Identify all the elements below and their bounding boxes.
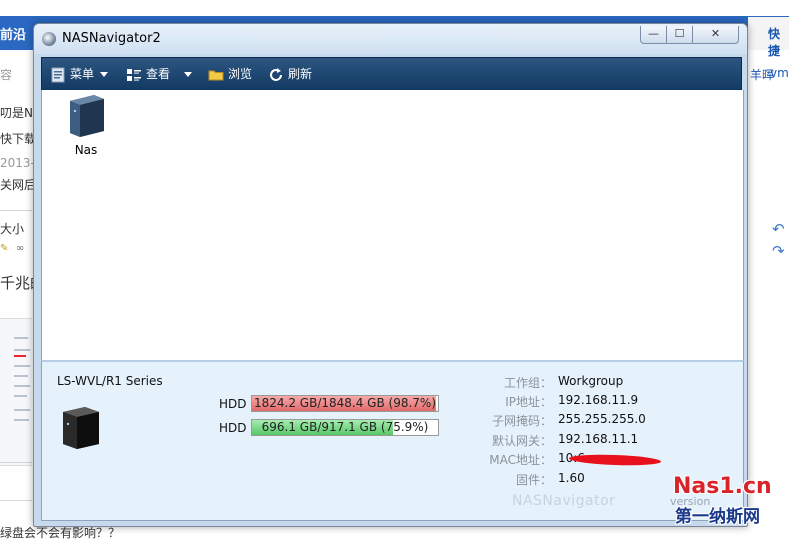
- font-size-select[interactable]: 大小: [0, 220, 24, 237]
- hdd-label: HDD: [219, 397, 247, 411]
- browse-label: 浏览: [228, 67, 253, 81]
- view-button[interactable]: 查看: [126, 58, 193, 90]
- hdd-label: HDD: [219, 421, 247, 435]
- site-nav-item[interactable]: 前沿: [0, 24, 26, 43]
- post-line: 关网后: [0, 178, 37, 192]
- device-list-area[interactable]: Nas: [41, 90, 744, 360]
- reply-arrow-icon[interactable]: ↶: [772, 220, 785, 238]
- view-label: 查看: [146, 67, 171, 81]
- forward-arrow-icon[interactable]: ↷: [772, 242, 785, 260]
- device-series: LS-WVL/R1 Series: [57, 374, 163, 388]
- nasnavigator-app-icon: [42, 32, 56, 46]
- search-stub-text: 容: [0, 68, 13, 82]
- refresh-button[interactable]: 刷新: [268, 58, 312, 90]
- workgroup-label: 工作组：: [503, 376, 552, 390]
- view-grid-icon: [127, 68, 141, 81]
- chevron-down-icon: [100, 72, 109, 77]
- watermark-logo: Nas1.cn: [673, 474, 772, 499]
- minimize-button[interactable]: —: [640, 26, 667, 44]
- post-image-thumbnail[interactable]: [0, 318, 32, 466]
- nas-device-icon: [70, 95, 104, 137]
- firmware-value: 1.60: [558, 471, 585, 485]
- hdd-usage-text: 1824.2 GB/1848.4 GB (98.7%): [253, 396, 436, 410]
- divider: [0, 500, 32, 501]
- gateway-value: 192.168.11.1: [558, 432, 639, 446]
- nasnavigator-window: NASNavigator2 — ☐ ✕ 菜单 查看 浏览 刷新 Nas LS-W…: [33, 23, 748, 527]
- subnet-mask-label: 子网掩码：: [491, 414, 552, 428]
- subnet-mask-value: 255.255.255.0: [558, 412, 646, 426]
- toolbar: 菜单 查看 浏览 刷新: [41, 57, 742, 91]
- browse-button[interactable]: 浏览: [208, 58, 252, 90]
- menu-icon: [51, 67, 65, 82]
- window-title: NASNavigator2: [62, 31, 161, 46]
- menu-button[interactable]: 菜单: [50, 58, 109, 90]
- device-name: Nas: [74, 143, 98, 157]
- mac-label: MAC地址：: [489, 453, 552, 467]
- device-details-panel: LS-WVL/R1 Series HDD 1824.2 GB/1848.4 GB…: [41, 360, 744, 521]
- hdd-usage-text: 696.1 GB/917.1 GB (75.9%): [261, 420, 429, 434]
- maximize-button[interactable]: ☐: [666, 26, 693, 44]
- editor-icons: ✎ ∞: [0, 243, 32, 257]
- firmware-label: 固件：: [515, 473, 552, 487]
- spellcheck-icon[interactable]: ✎: [0, 243, 8, 254]
- refresh-label: 刷新: [288, 67, 313, 81]
- workgroup-value: Workgroup: [558, 374, 624, 388]
- watermark-logo-subtitle: 第一纳斯网: [675, 507, 760, 527]
- nas-device-icon: [63, 407, 99, 449]
- site-nav-shortcut[interactable]: 快捷: [768, 25, 789, 59]
- menu-label: 菜单: [70, 67, 95, 81]
- nasnavigator-brand: NASNavigator: [512, 493, 616, 509]
- hdd-usage-bar-2: 696.1 GB/917.1 GB (75.9%): [251, 419, 439, 436]
- gateway-label: 默认网关：: [491, 434, 552, 448]
- right-user-link-2[interactable]: vmv: [770, 66, 789, 80]
- browser-top-strip: [0, 0, 789, 16]
- link-icon[interactable]: ∞: [16, 243, 24, 254]
- window-titlebar[interactable]: NASNavigator2 — ☐ ✕: [34, 24, 747, 54]
- ip-value: 192.168.11.9: [558, 393, 639, 407]
- divider: [0, 210, 32, 211]
- hdd-usage-bar-1: 1824.2 GB/1848.4 GB (98.7%): [251, 395, 439, 412]
- ip-label: IP地址：: [505, 395, 552, 409]
- close-button[interactable]: ✕: [692, 26, 739, 44]
- refresh-icon: [270, 67, 282, 81]
- chevron-down-icon: [184, 72, 193, 77]
- divider: [0, 462, 32, 463]
- post-line: 快下载: [0, 132, 37, 146]
- folder-icon: [208, 70, 224, 80]
